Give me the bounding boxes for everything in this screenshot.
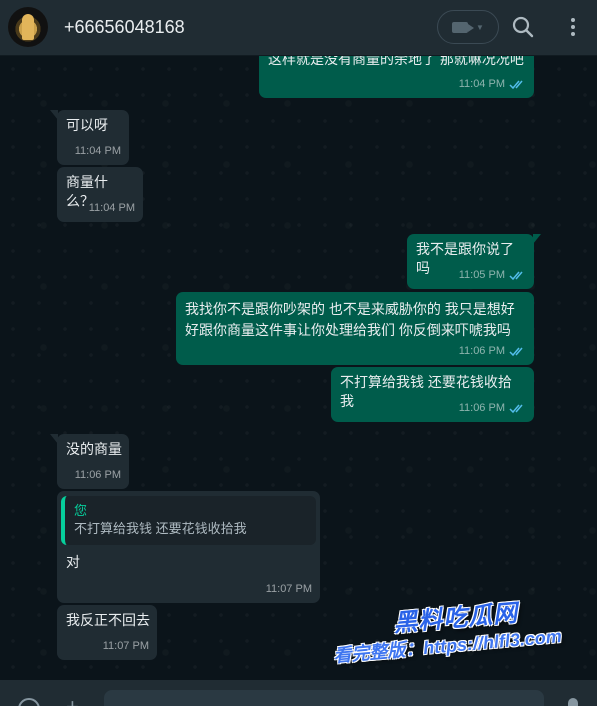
video-call-icon	[452, 21, 475, 33]
video-call-button[interactable]: ▼	[437, 10, 499, 44]
attach-plus-icon[interactable]: +	[66, 696, 79, 706]
message-time: 11:06 PM	[74, 469, 121, 481]
message-meta: 11:07 PM	[266, 580, 312, 599]
read-receipt-icon	[509, 271, 523, 280]
message-text: 没的商量	[66, 441, 122, 457]
message-incoming[interactable]: 可以呀 11:04 PM	[50, 110, 129, 165]
quoted-message[interactable]: 您 不打算给我钱 还要花钱收拾我	[61, 496, 316, 545]
message-meta: 11:04 PM	[89, 199, 135, 218]
read-receipt-icon	[509, 404, 523, 413]
message-time: 11:04 PM	[88, 202, 135, 214]
message-outgoing[interactable]: 不打算给我钱 还要花钱收拾我 11:06 PM	[331, 367, 534, 422]
message-outgoing[interactable]: 我不是跟你说了吗 11:05 PM	[407, 234, 541, 289]
message-time: 11:04 PM	[458, 78, 505, 90]
avatar-figure	[22, 14, 34, 40]
message-time: 11:06 PM	[458, 345, 505, 357]
emoji-icon[interactable]	[18, 698, 40, 706]
message-meta: 11:06 PM	[75, 466, 121, 485]
message-meta: 11:07 PM	[103, 637, 149, 656]
message-incoming[interactable]: 没的商量 11:06 PM	[50, 434, 129, 489]
message-meta: 11:05 PM	[459, 266, 526, 285]
message-text: 这样就是没有商量的余地了 那就嘛况况吧	[268, 56, 524, 67]
composer-bar: +	[0, 680, 597, 706]
message-input[interactable]	[104, 690, 544, 706]
message-list[interactable]: 这样就是没有商量的余地了 那就嘛况况吧 11:04 PM 可以呀 11:04 P…	[0, 56, 597, 680]
message-time: 11:07 PM	[265, 583, 312, 595]
chat-header: +66656048168 ▼	[0, 0, 597, 56]
menu-icon[interactable]	[564, 14, 582, 40]
message-incoming[interactable]: 商量什么？ 11:04 PM	[57, 167, 143, 222]
chevron-down-icon: ▼	[476, 22, 484, 32]
message-meta: 11:06 PM	[459, 342, 526, 361]
message-text: 我反正不回去	[66, 612, 150, 628]
message-time: 11:06 PM	[458, 402, 505, 414]
message-outgoing[interactable]: 我找你不是跟你吵架的 也不是来威胁你的 我只是想好好跟你商量这件事让你处理给我们…	[176, 292, 534, 365]
read-receipt-icon	[509, 347, 523, 356]
message-text: 对	[66, 554, 80, 570]
message-incoming-reply[interactable]: 您 不打算给我钱 还要花钱收拾我 对 11:07 PM	[57, 491, 320, 603]
message-time: 11:07 PM	[102, 640, 149, 652]
message-time: 11:05 PM	[458, 269, 505, 281]
message-time: 11:04 PM	[74, 145, 121, 157]
message-text: 我找你不是跟你吵架的 也不是来威胁你的 我只是想好好跟你商量这件事让你处理给我们…	[185, 301, 515, 338]
contact-name[interactable]: +66656048168	[64, 17, 185, 38]
message-meta: 11:04 PM	[459, 75, 526, 94]
message-meta: 11:04 PM	[75, 142, 121, 161]
message-outgoing[interactable]: 这样就是没有商量的余地了 那就嘛况况吧 11:04 PM	[259, 56, 534, 98]
message-text: 可以呀	[66, 117, 108, 133]
microphone-icon[interactable]	[568, 698, 578, 706]
quoted-author: 您	[74, 503, 88, 518]
message-incoming[interactable]: 我反正不回去 11:07 PM	[57, 605, 157, 660]
read-receipt-icon	[509, 80, 523, 89]
quoted-text: 不打算给我钱 还要花钱收拾我	[74, 521, 247, 536]
message-meta: 11:06 PM	[459, 399, 526, 418]
contact-avatar[interactable]	[8, 7, 48, 47]
search-icon[interactable]	[510, 14, 536, 40]
